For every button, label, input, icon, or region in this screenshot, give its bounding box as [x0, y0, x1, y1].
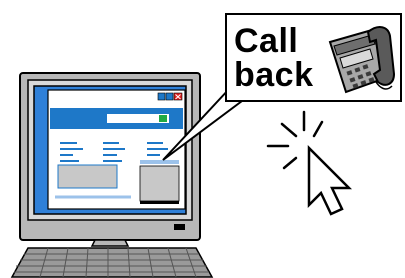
- maximize-button[interactable]: [165, 92, 174, 101]
- cursor-arrow: [307, 144, 353, 216]
- minimize-button[interactable]: [157, 92, 166, 101]
- mouse-pointer-icon: [266, 110, 353, 216]
- power-indicator: [174, 224, 185, 230]
- monitor-stand: [90, 239, 130, 247]
- content-image: [57, 164, 118, 189]
- desktop-computer-icon: [10, 72, 214, 278]
- side-panel: [139, 165, 180, 202]
- callout-line-back: back: [234, 56, 314, 94]
- callout-line-call: Call: [234, 22, 299, 60]
- browser-window: [47, 89, 186, 210]
- search-button[interactable]: [159, 115, 167, 122]
- call-back-illustration: [10, 13, 402, 278]
- keyboard-icon: [10, 247, 214, 278]
- side-panel-bar: [140, 160, 179, 164]
- side-panel-footer: [140, 201, 179, 204]
